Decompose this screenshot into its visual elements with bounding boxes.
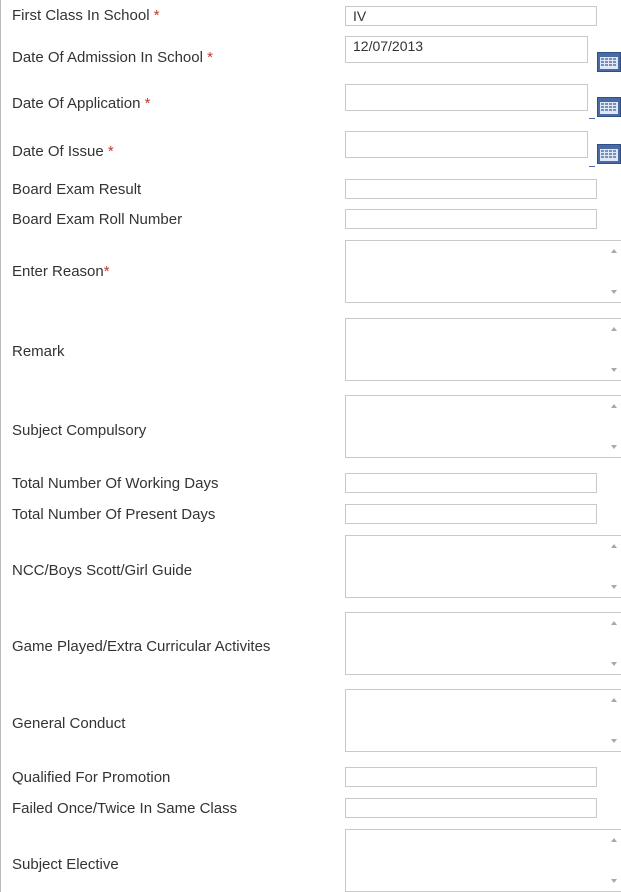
- scroll-up-arrow-icon[interactable]: [611, 698, 617, 702]
- board-exam-roll-label: Board Exam Roll Number: [12, 211, 182, 229]
- subject-compulsory-label: Subject Compulsory: [12, 422, 146, 440]
- games-played-textarea[interactable]: [345, 612, 621, 675]
- transfer-certificate-form: First Class In School * IV Date Of Admis…: [0, 0, 621, 892]
- required-marker: *: [103, 263, 110, 280]
- date-application-label-text: Date Of Application: [12, 95, 141, 112]
- scroll-up-arrow-icon[interactable]: [611, 621, 617, 625]
- textarea-scrollbar[interactable]: [605, 536, 621, 597]
- qualified-promotion-input[interactable]: [345, 767, 597, 787]
- scroll-up-arrow-icon[interactable]: [611, 249, 617, 253]
- ncc-label-text: NCC/Boys Scott/Girl Guide: [12, 562, 193, 579]
- total-working-days-label: Total Number Of Working Days: [12, 475, 218, 493]
- enter-reason-textarea[interactable]: [345, 240, 621, 303]
- games-played-label-text: Game Played/Extra Curricular Activites: [12, 638, 271, 655]
- subject-elective-label: Subject Elective: [12, 856, 119, 874]
- date-issue-calendar-button[interactable]: [597, 144, 621, 164]
- qualified-promotion-label-text: Qualified For Promotion: [12, 769, 171, 786]
- scroll-down-arrow-icon[interactable]: [611, 662, 617, 666]
- failed-once-twice-label-text: Failed Once/Twice In Same Class: [12, 800, 238, 817]
- first-class-input[interactable]: IV: [345, 6, 597, 26]
- date-admission-label: Date Of Admission In School *: [12, 49, 213, 67]
- general-conduct-label-text: General Conduct: [12, 715, 126, 732]
- textarea-scrollbar[interactable]: [605, 690, 621, 751]
- ncc-label: NCC/Boys Scott/Girl Guide: [12, 562, 192, 580]
- general-conduct-textarea[interactable]: [345, 689, 621, 752]
- scroll-down-arrow-icon[interactable]: [611, 585, 617, 589]
- calendar-icon: [597, 144, 621, 164]
- first-class-label: First Class In School *: [12, 7, 160, 25]
- date-admission-value: 12/07/2013: [353, 38, 424, 54]
- textarea-scrollbar[interactable]: [605, 830, 621, 891]
- calendar-icon: [597, 97, 621, 117]
- scroll-down-arrow-icon[interactable]: [611, 368, 617, 372]
- required-marker: *: [107, 143, 114, 160]
- remark-label-text: Remark: [12, 343, 65, 360]
- failed-once-twice-input[interactable]: [345, 798, 597, 818]
- date-application-input[interactable]: [345, 84, 588, 111]
- calendar-link-underline: [589, 166, 595, 167]
- date-admission-calendar-button[interactable]: [597, 52, 621, 72]
- date-issue-label: Date Of Issue *: [12, 143, 114, 161]
- enter-reason-label: Enter Reason*: [12, 263, 110, 281]
- date-admission-label-text: Date Of Admission In School: [12, 49, 203, 66]
- textarea-scrollbar[interactable]: [605, 396, 621, 457]
- first-class-value: IV: [353, 8, 367, 24]
- subject-elective-textarea[interactable]: [345, 829, 621, 892]
- total-present-days-label-text: Total Number Of Present Days: [12, 506, 216, 523]
- scroll-up-arrow-icon[interactable]: [611, 327, 617, 331]
- date-application-calendar-button[interactable]: [597, 97, 621, 117]
- date-issue-label-text: Date Of Issue: [12, 143, 104, 160]
- board-exam-roll-label-text: Board Exam Roll Number: [12, 211, 183, 228]
- remark-textarea[interactable]: [345, 318, 621, 381]
- textarea-scrollbar[interactable]: [605, 319, 621, 380]
- ncc-textarea[interactable]: [345, 535, 621, 598]
- scroll-down-arrow-icon[interactable]: [611, 739, 617, 743]
- scroll-down-arrow-icon[interactable]: [611, 879, 617, 883]
- total-working-days-input[interactable]: [345, 473, 597, 493]
- subject-compulsory-label-text: Subject Compulsory: [12, 422, 147, 439]
- qualified-promotion-label: Qualified For Promotion: [12, 769, 170, 787]
- subject-compulsory-textarea[interactable]: [345, 395, 621, 458]
- date-application-label: Date Of Application *: [12, 95, 150, 113]
- scroll-up-arrow-icon[interactable]: [611, 544, 617, 548]
- form-left-border: [0, 0, 1, 892]
- failed-once-twice-label: Failed Once/Twice In Same Class: [12, 800, 237, 818]
- total-present-days-label: Total Number Of Present Days: [12, 506, 215, 524]
- scroll-up-arrow-icon[interactable]: [611, 838, 617, 842]
- calendar-icon: [597, 52, 621, 72]
- board-exam-result-label-text: Board Exam Result: [12, 181, 142, 198]
- board-exam-roll-input[interactable]: [345, 209, 597, 229]
- games-played-label: Game Played/Extra Curricular Activites: [12, 638, 270, 656]
- board-exam-result-input[interactable]: [345, 179, 597, 199]
- enter-reason-label-text: Enter Reason: [12, 263, 104, 280]
- board-exam-result-label: Board Exam Result: [12, 181, 141, 199]
- required-marker: *: [153, 7, 160, 24]
- scroll-down-arrow-icon[interactable]: [611, 290, 617, 294]
- subject-elective-label-text: Subject Elective: [12, 856, 119, 873]
- total-working-days-label-text: Total Number Of Working Days: [12, 475, 219, 492]
- calendar-link-underline: [589, 118, 595, 119]
- textarea-scrollbar[interactable]: [605, 613, 621, 674]
- date-admission-input[interactable]: 12/07/2013: [345, 36, 588, 63]
- textarea-scrollbar[interactable]: [605, 241, 621, 302]
- first-class-label-text: First Class In School: [12, 7, 150, 24]
- scroll-up-arrow-icon[interactable]: [611, 404, 617, 408]
- total-present-days-input[interactable]: [345, 504, 597, 524]
- general-conduct-label: General Conduct: [12, 715, 125, 733]
- required-marker: *: [144, 95, 151, 112]
- remark-label: Remark: [12, 343, 65, 361]
- required-marker: *: [207, 49, 213, 66]
- date-issue-input[interactable]: [345, 131, 588, 158]
- scroll-down-arrow-icon[interactable]: [611, 445, 617, 449]
